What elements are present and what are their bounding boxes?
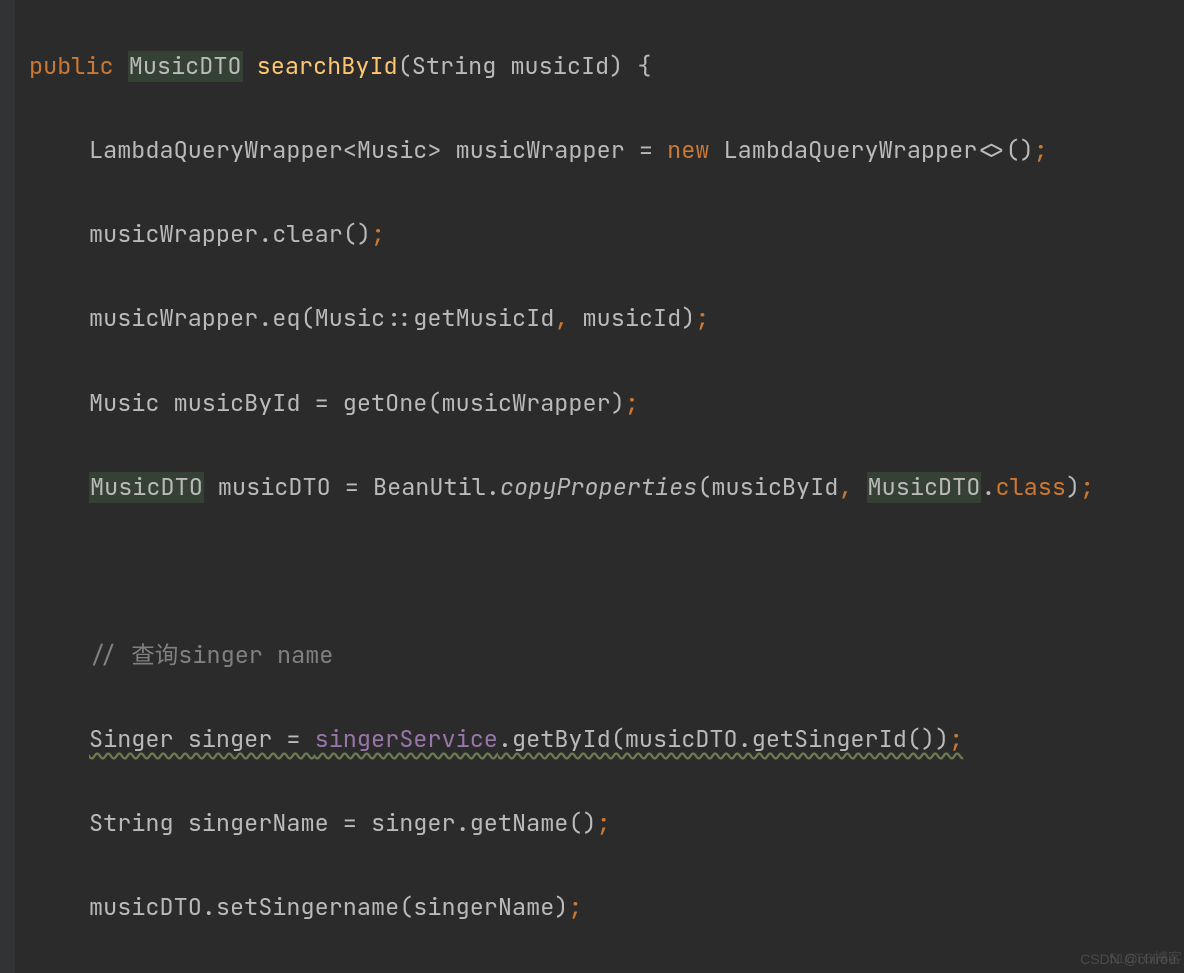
- keyword-public: public: [29, 51, 114, 82]
- code-line: LambdaQueryWrapper<Music> musicWrapper =…: [0, 130, 1184, 172]
- code-line: musicDTO.setSingername(singerName);: [0, 887, 1184, 929]
- type-musicdto: MusicDTO: [867, 472, 982, 503]
- static-method: copyProperties: [500, 472, 697, 503]
- type-musicdto: MusicDTO: [89, 472, 204, 503]
- code-line: String singerName = singer.getName();: [0, 803, 1184, 845]
- code-line: MusicDTO musicDTO = BeanUtil.copyPropert…: [0, 467, 1184, 509]
- field-singerservice: singerService: [315, 724, 498, 755]
- code-line: musicWrapper.clear();: [0, 214, 1184, 256]
- gutter: [0, 0, 15, 973]
- return-type: MusicDTO: [128, 51, 243, 82]
- keyword-class: class: [995, 472, 1066, 503]
- code-line: Singer singer = singerService.getById(mu…: [0, 719, 1184, 761]
- code-line: public MusicDTO searchById(String musicI…: [0, 46, 1184, 88]
- method-name: searchById: [257, 51, 398, 82]
- code-line: Music musicById = getOne(musicWrapper);: [0, 383, 1184, 425]
- code-editor[interactable]: public MusicDTO searchById(String musicI…: [0, 0, 1184, 973]
- keyword-new: new: [667, 135, 709, 166]
- method-params: (String musicId) {: [398, 51, 652, 82]
- blank-line: [0, 551, 1184, 593]
- watermark-csdn: CSDN @chirou: [1080, 951, 1176, 967]
- code-line: musicWrapper.eq(Music::getMusicId, music…: [0, 298, 1184, 340]
- comment-line: // 查询singer name: [0, 635, 1184, 677]
